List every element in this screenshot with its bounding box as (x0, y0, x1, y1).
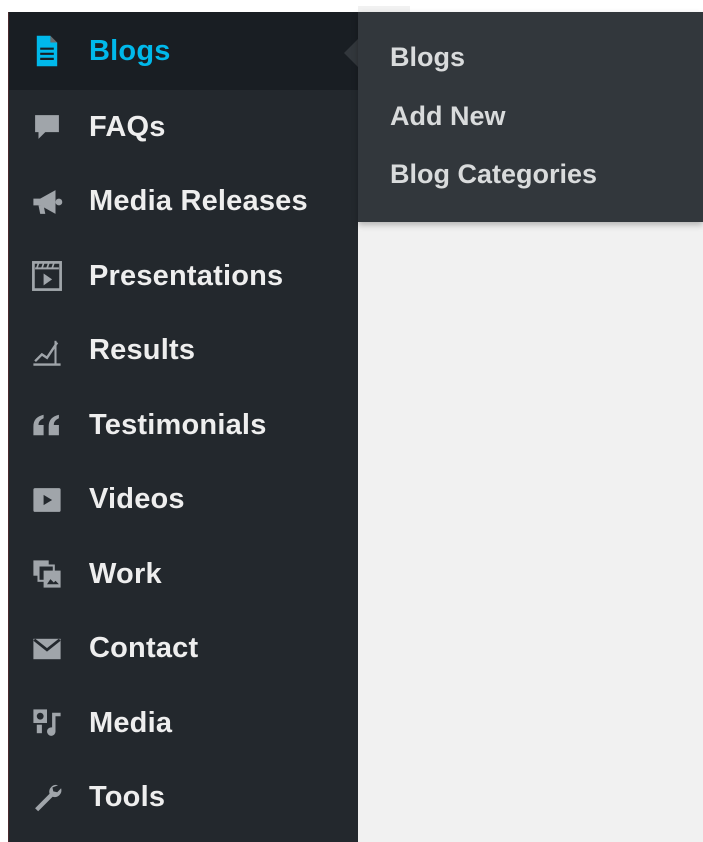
sidebar-item-media[interactable]: Media (9, 686, 358, 761)
sidebar-item-label: Blogs (89, 34, 171, 67)
video-frame-icon (27, 256, 67, 296)
submenu-item-blog-categories[interactable]: Blog Categories (390, 151, 703, 210)
sidebar-item-label: Work (89, 557, 162, 590)
play-button-icon (27, 480, 67, 520)
sidebar-item-label: FAQs (89, 110, 166, 143)
sidebar-item-label: Media (89, 706, 173, 739)
chart-line-icon (27, 331, 67, 371)
sidebar-item-faqs[interactable]: FAQs (9, 90, 358, 165)
sidebar-item-blogs[interactable]: Blogs (9, 12, 358, 90)
sidebar-item-results[interactable]: Results (9, 314, 358, 389)
sidebar-item-testimonials[interactable]: Testimonials (9, 388, 358, 463)
admin-sidebar: Blogs FAQs Media Releases Presentations … (8, 12, 358, 842)
envelope-icon (27, 629, 67, 669)
media-icon (27, 703, 67, 743)
portfolio-icon (27, 554, 67, 594)
blogs-submenu-flyout: Blogs Add New Blog Categories (358, 12, 703, 222)
wrench-icon (27, 778, 67, 818)
current-menu-pointer (344, 39, 358, 67)
sidebar-item-label: Testimonials (89, 408, 267, 441)
sidebar-item-media-releases[interactable]: Media Releases (9, 165, 358, 240)
sidebar-item-label: Videos (89, 483, 185, 516)
sidebar-item-label: Tools (89, 781, 166, 814)
sidebar-item-label: Presentations (89, 259, 284, 292)
submenu-item-blogs[interactable]: Blogs (390, 34, 703, 93)
document-icon (27, 31, 67, 71)
sidebar-item-label: Media Releases (89, 185, 308, 218)
admin-menu: Blogs FAQs Media Releases Presentations … (9, 12, 358, 835)
sidebar-item-videos[interactable]: Videos (9, 463, 358, 538)
megaphone-icon (27, 182, 67, 222)
submenu-list: Blogs Add New Blog Categories (358, 12, 703, 210)
submenu-item-add-new[interactable]: Add New (390, 93, 703, 152)
wp-admin-screen: Blogs FAQs Media Releases Presentations … (0, 0, 703, 842)
sidebar-item-tools[interactable]: Tools (9, 761, 358, 836)
sidebar-item-work[interactable]: Work (9, 537, 358, 612)
sidebar-item-label: Results (89, 334, 196, 367)
sidebar-item-contact[interactable]: Contact (9, 612, 358, 687)
sidebar-item-presentations[interactable]: Presentations (9, 239, 358, 314)
speech-bubble-icon (27, 107, 67, 147)
sidebar-item-label: Contact (89, 632, 199, 665)
quote-icon (27, 405, 67, 445)
